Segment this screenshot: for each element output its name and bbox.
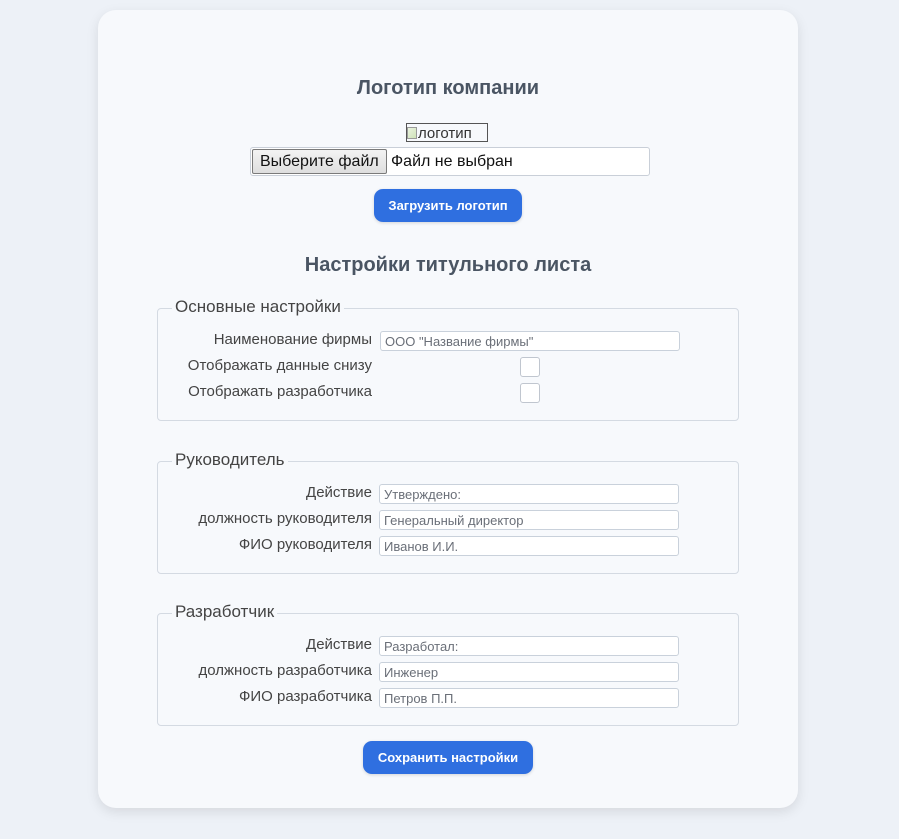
- company-name-label: Наименование фирмы: [213, 331, 372, 348]
- broken-image-icon: [407, 127, 417, 139]
- manager-fieldset: Руководитель Действие должность руководи…: [157, 449, 739, 574]
- developer-name-label: ФИО разработчика: [238, 688, 372, 705]
- manager-action-input[interactable]: [379, 484, 679, 504]
- developer-legend: Разработчик: [172, 601, 278, 623]
- developer-fieldset: Разработчик Действие должность разработч…: [157, 601, 739, 726]
- choose-file-button[interactable]: Выберите файл: [252, 149, 387, 174]
- basic-settings-fieldset: Основные настройки Наименование фирмы От…: [157, 296, 739, 421]
- developer-position-input[interactable]: [379, 662, 679, 682]
- developer-action-label: Действие: [306, 636, 372, 653]
- developer-action-input[interactable]: [379, 636, 679, 656]
- manager-name-label: ФИО руководителя: [238, 536, 372, 553]
- show-developer-label: Отображать разработчика: [188, 383, 372, 400]
- settings-card: Логотип компании логотип Выберите файл Ф…: [98, 10, 798, 808]
- logo-section-title: Логотип компании: [356, 77, 540, 99]
- show-developer-checkbox[interactable]: [520, 383, 540, 403]
- upload-logo-button[interactable]: Загрузить логотип: [374, 189, 522, 222]
- developer-position-label: должность разработчика: [198, 662, 372, 679]
- manager-name-input[interactable]: [379, 536, 679, 556]
- manager-legend: Руководитель: [172, 449, 288, 471]
- logo-file-input[interactable]: Выберите файл Файл не выбран: [250, 147, 650, 176]
- logo-alt-text: логотип: [418, 125, 472, 142]
- developer-name-input[interactable]: [379, 688, 679, 708]
- manager-position-input[interactable]: [379, 510, 679, 530]
- title-page-settings-heading: Настройки титульного листа: [304, 254, 592, 276]
- manager-action-label: Действие: [306, 484, 372, 501]
- save-settings-button[interactable]: Сохранить настройки: [363, 741, 533, 774]
- show-bottom-data-checkbox[interactable]: [520, 357, 540, 377]
- basic-settings-legend: Основные настройки: [172, 296, 344, 318]
- company-name-input[interactable]: [380, 331, 680, 351]
- file-status-text: Файл не выбран: [391, 153, 513, 170]
- show-bottom-data-label: Отображать данные снизу: [187, 357, 372, 374]
- manager-position-label: должность руководителя: [198, 510, 372, 527]
- company-logo-image: логотип: [406, 123, 488, 142]
